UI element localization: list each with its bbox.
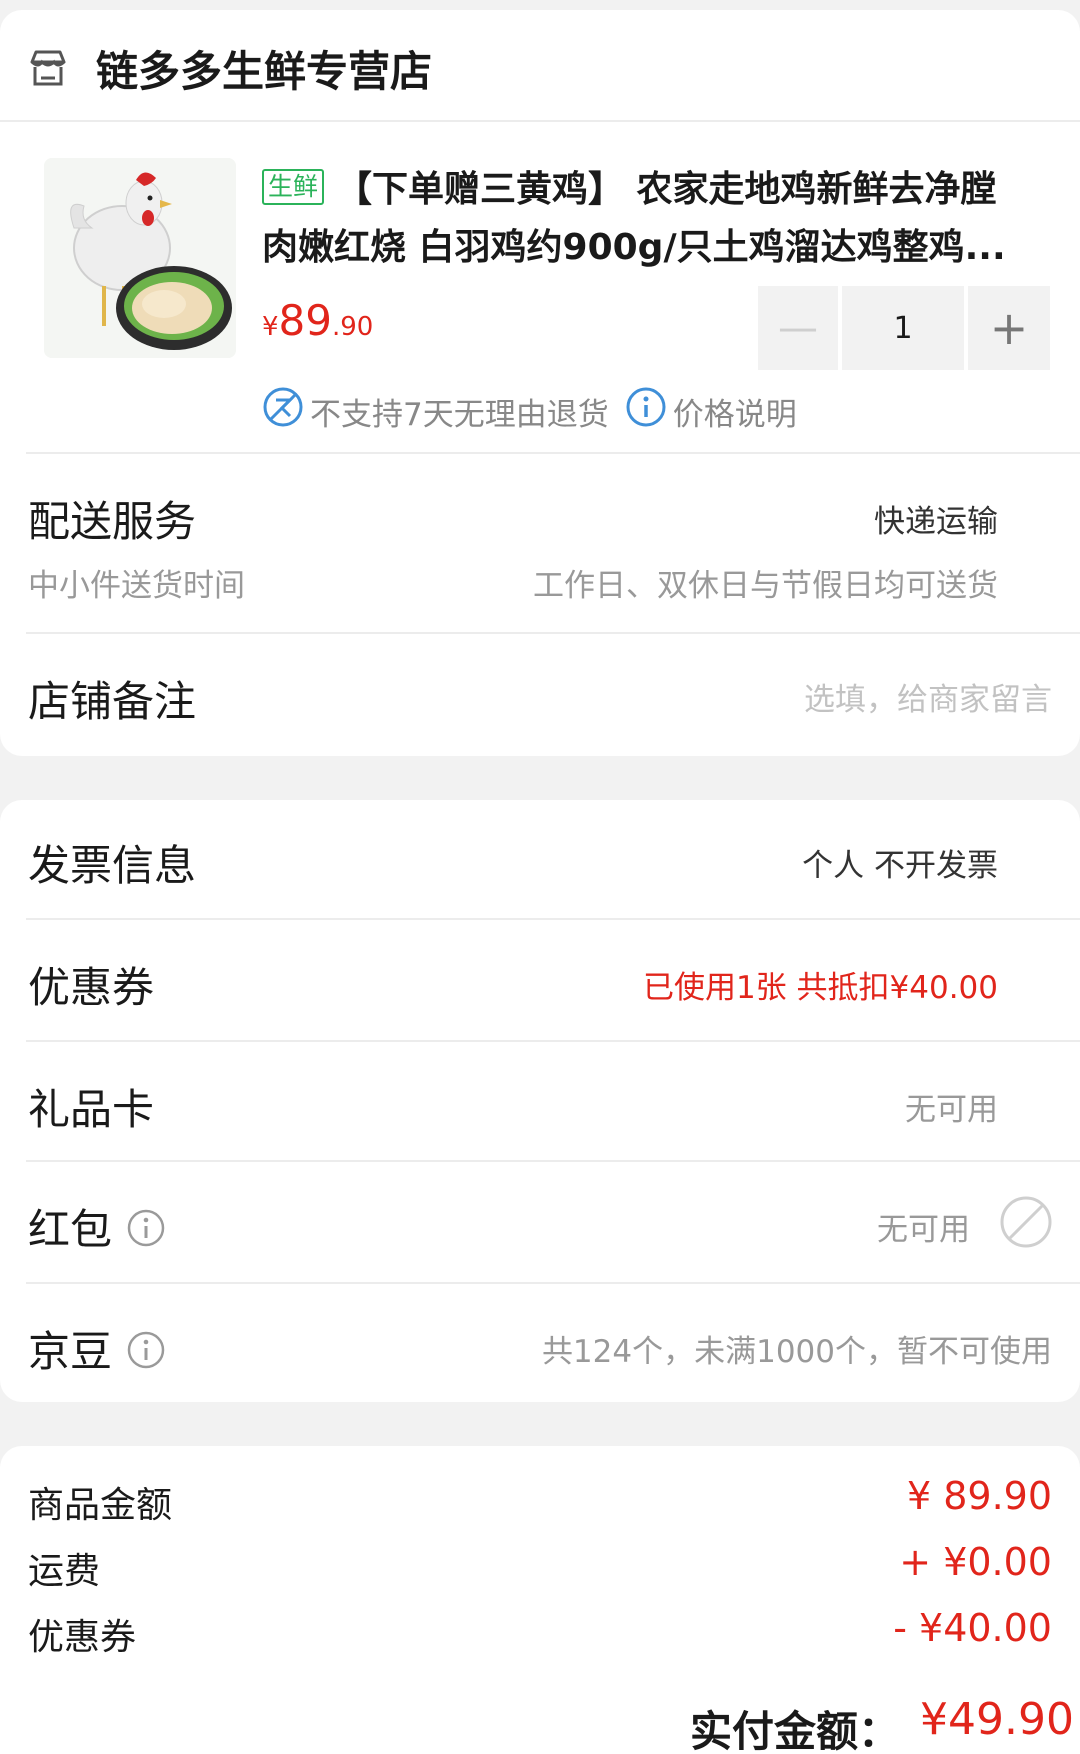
- jingdou-label: 京豆: [28, 1327, 113, 1376]
- price-symbol: ¥: [262, 312, 279, 342]
- product-title-line1[interactable]: 生鲜 【下单赠三黄鸡】 农家走地鸡新鲜去净膛: [262, 160, 997, 212]
- coupon-summary-label: 优惠券: [28, 1617, 137, 1658]
- goods-amount-value: ¥ 89.90: [906, 1474, 1052, 1518]
- no-return-icon: [262, 386, 310, 436]
- red-packet-row: 红包: [28, 1196, 166, 1258]
- red-packet-info-icon[interactable]: [126, 1208, 166, 1258]
- store-icon: [28, 48, 68, 92]
- divider: [26, 1282, 1080, 1284]
- price-integer: 89: [278, 296, 332, 345]
- decrease-button[interactable]: —: [758, 286, 838, 370]
- gift-card-label[interactable]: 礼品卡: [28, 1076, 154, 1137]
- price-decimal: .90: [332, 312, 374, 342]
- store-name[interactable]: 链多多生鲜专营店: [96, 38, 432, 99]
- quantity-stepper: — 1 +: [758, 286, 1054, 370]
- product-title-text: 【下单赠三黄鸡】 农家走地鸡新鲜去净膛: [336, 169, 997, 210]
- divider: [26, 1160, 1080, 1162]
- divider: [0, 120, 1080, 122]
- total-value: ¥49.90: [920, 1694, 1074, 1745]
- total-label: 实付金额：: [690, 1707, 901, 1754]
- divider: [26, 1040, 1080, 1042]
- invoice-label[interactable]: 发票信息: [28, 832, 196, 893]
- product-notes: 不支持7天无理由退货 价格说明: [262, 386, 797, 436]
- delivery-value[interactable]: 快递运输: [874, 496, 998, 541]
- no-return-text: 不支持7天无理由退货: [310, 396, 609, 433]
- divider: [26, 918, 1080, 920]
- red-packet-value: 无可用: [877, 1212, 970, 1248]
- store-remark-label: 店铺备注: [28, 677, 197, 726]
- delivery-label[interactable]: 配送服务: [28, 488, 196, 549]
- gift-card-value[interactable]: 无可用: [905, 1084, 998, 1129]
- quantity-value[interactable]: 1: [842, 286, 964, 370]
- divider: [26, 632, 1080, 634]
- product-title-line2[interactable]: 肉嫩红烧 白羽鸡约900g/只土鸡溜达鸡整鸡...: [262, 218, 1006, 270]
- jingdou-row: 京豆: [28, 1318, 166, 1380]
- delivery-time-value: 工作日、双休日与节假日均可送货: [533, 568, 998, 604]
- coupon-value[interactable]: 已使用1张 共抵扣¥40.00: [643, 962, 998, 1007]
- price-info-link[interactable]: 价格说明: [673, 389, 797, 434]
- price-info-icon[interactable]: [625, 386, 673, 436]
- goods-amount-label: 商品金额: [28, 1485, 173, 1526]
- shipping-label: 运费: [28, 1551, 101, 1592]
- product-price: ¥89.90: [262, 296, 373, 345]
- increase-button[interactable]: +: [968, 286, 1050, 370]
- coupon-summary-value: - ¥40.00: [893, 1606, 1052, 1650]
- fresh-tag: 生鲜: [262, 169, 325, 205]
- delivery-time-label: 中小件送货时间: [28, 568, 245, 604]
- shipping-value: + ¥0.00: [899, 1540, 1052, 1584]
- chicken-product-image[interactable]: [44, 158, 236, 358]
- invoice-value[interactable]: 个人 不开发票: [802, 840, 998, 885]
- divider: [26, 452, 1080, 454]
- store-remark-input[interactable]: 选填，给商家留言: [804, 674, 1052, 719]
- jingdou-value: 共124个，未满1000个，暂不可使用: [541, 1334, 1052, 1370]
- disabled-toggle-icon[interactable]: [998, 1194, 1054, 1254]
- red-packet-label: 红包: [28, 1205, 113, 1254]
- coupon-label[interactable]: 优惠券: [28, 954, 154, 1015]
- jingdou-info-icon[interactable]: [126, 1330, 166, 1380]
